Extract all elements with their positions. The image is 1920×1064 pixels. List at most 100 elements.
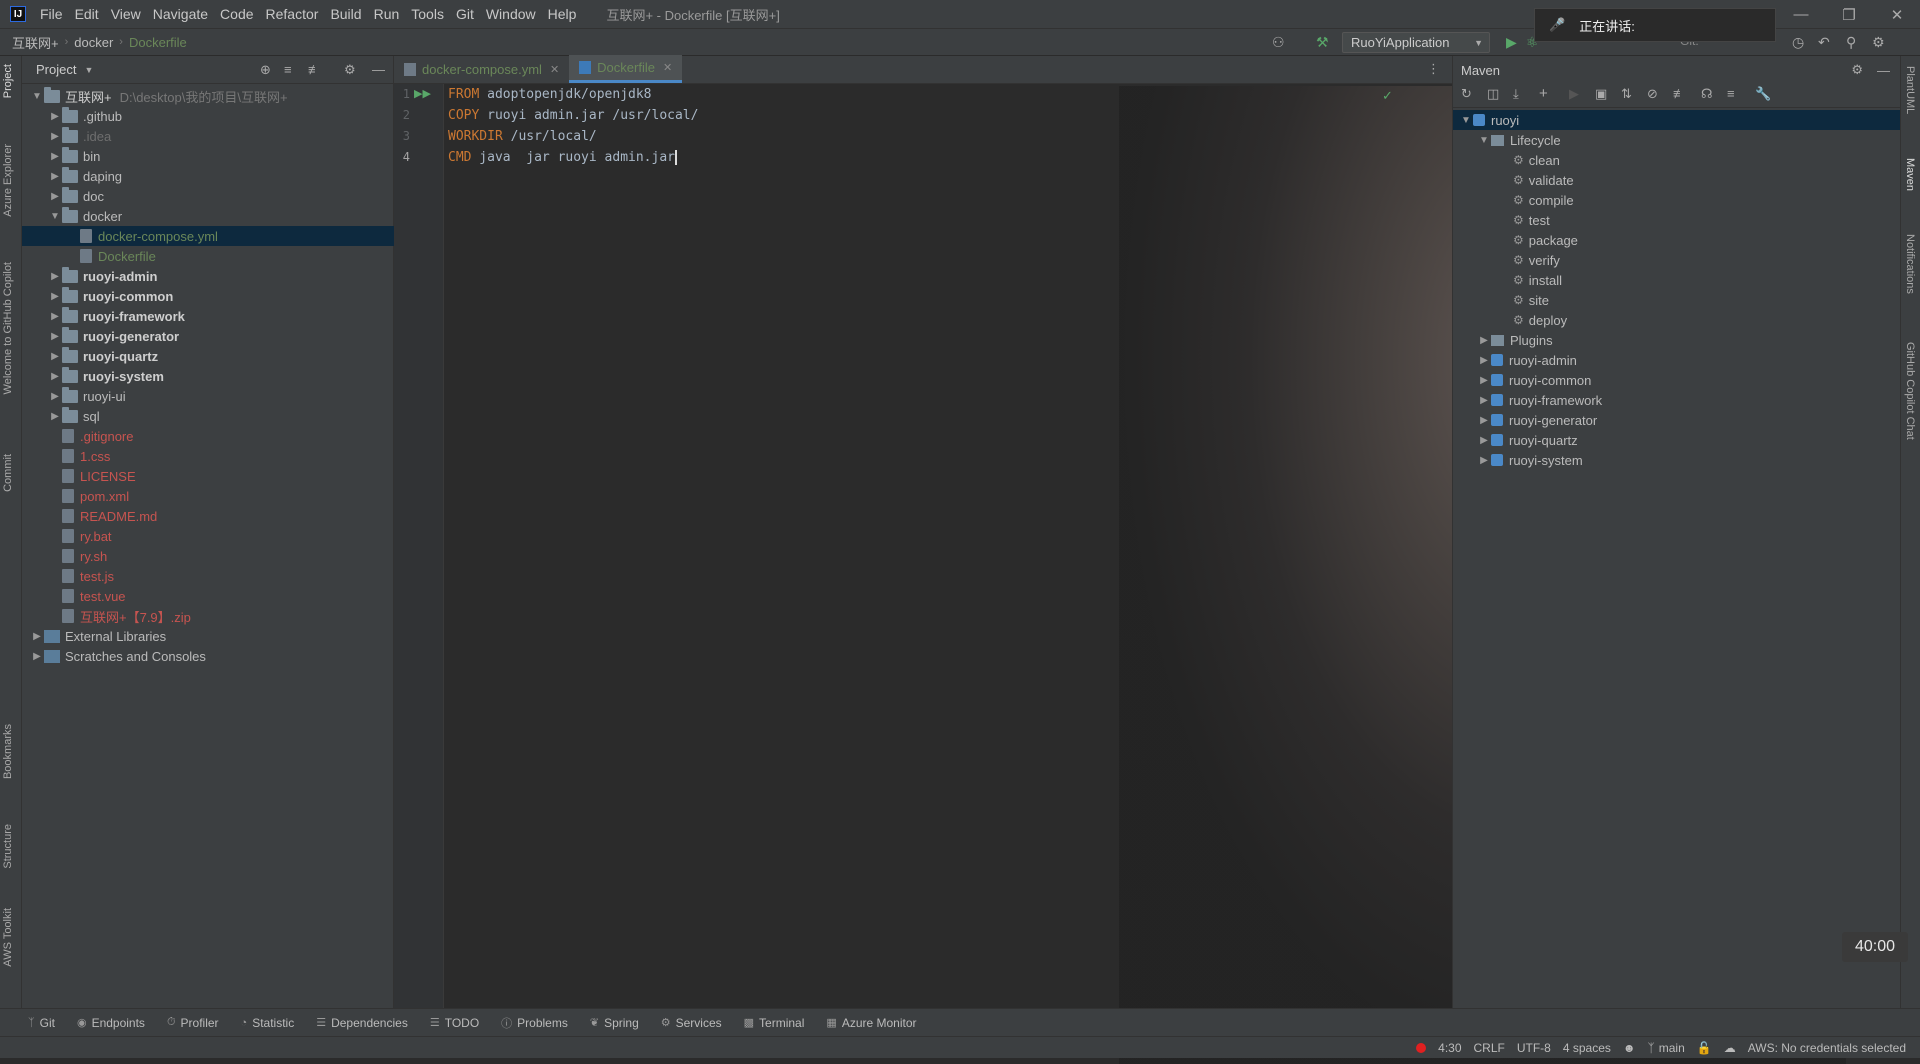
- hide-panel-icon[interactable]: —: [1877, 63, 1890, 78]
- tool-azure-monitor[interactable]: ▦ Azure Monitor: [826, 1016, 916, 1030]
- tab-dockerfile[interactable]: Dockerfile ✕: [569, 55, 683, 83]
- menu-git[interactable]: Git: [450, 0, 480, 29]
- tool-endpoints[interactable]: ◉ Endpoints: [77, 1016, 145, 1030]
- undo-icon[interactable]: ↶: [1818, 34, 1830, 51]
- history-icon[interactable]: ◷: [1792, 34, 1804, 51]
- code-line[interactable]: CMD java jar ruoyi admin.jar​: [448, 150, 677, 165]
- user-icon[interactable]: ⚇: [1272, 34, 1285, 51]
- expand-arrow-icon[interactable]: ▶: [48, 171, 62, 182]
- menu-build[interactable]: Build: [324, 0, 367, 29]
- maven-module-ruoyi-framework[interactable]: ▶ ruoyi-framework: [1453, 390, 1901, 410]
- file-tree-item[interactable]: pom.xml: [22, 486, 394, 506]
- code-line[interactable]: WORKDIR /usr/local/: [448, 129, 597, 144]
- folder-tree-item[interactable]: ▶ ruoyi-common: [22, 286, 394, 306]
- tool-tab-bookmarks[interactable]: Bookmarks: [2, 724, 14, 779]
- maven-plugins-node[interactable]: ▶ Plugins: [1453, 330, 1901, 350]
- maven-goal-install[interactable]: ⚙ install: [1453, 270, 1901, 290]
- maven-module-ruoyi-system[interactable]: ▶ ruoyi-system: [1453, 450, 1901, 470]
- tool-tab-commit[interactable]: Commit: [2, 454, 14, 492]
- expand-all-icon[interactable]: ≡: [284, 62, 292, 77]
- caret-position[interactable]: 4:30: [1438, 1041, 1461, 1055]
- wrench-icon[interactable]: 🔧: [1755, 86, 1771, 102]
- maven-goal-site[interactable]: ⚙ site: [1453, 290, 1901, 310]
- folder-tree-item[interactable]: ▶ ruoyi-framework: [22, 306, 394, 326]
- folder-tree-item[interactable]: ▶ External Libraries: [22, 626, 394, 646]
- run-gutter-icon[interactable]: ▶▶: [414, 87, 431, 100]
- aws-credentials-status[interactable]: AWS: No credentials selected: [1748, 1041, 1906, 1055]
- menu-tools[interactable]: Tools: [405, 0, 450, 29]
- breadcrumb-file[interactable]: Dockerfile: [125, 35, 191, 50]
- build-hammer-icon[interactable]: ⚒: [1316, 34, 1329, 51]
- menu-window[interactable]: Window: [480, 0, 542, 29]
- file-encoding[interactable]: UTF-8: [1517, 1041, 1551, 1055]
- close-tab-icon[interactable]: ✕: [550, 63, 559, 76]
- tool-spring[interactable]: ❦ Spring: [590, 1016, 639, 1030]
- menu-view[interactable]: View: [105, 0, 147, 29]
- toggle-offline-icon[interactable]: ⇅: [1621, 86, 1632, 102]
- folder-tree-item[interactable]: ▼ docker: [22, 206, 394, 226]
- project-view-select[interactable]: Project: [36, 62, 76, 77]
- tool-tab-github-copilot[interactable]: Welcome to GitHub Copilot: [2, 262, 14, 394]
- tool-tab-maven[interactable]: Maven: [1904, 158, 1916, 191]
- expand-arrow-icon[interactable]: ▶: [1477, 375, 1491, 386]
- search-icon[interactable]: ⚲: [1846, 34, 1856, 51]
- tool-tab-plantuml[interactable]: PlantUML: [1904, 66, 1916, 114]
- tool-services[interactable]: ⚙ Services: [661, 1016, 722, 1030]
- code-line[interactable]: FROM adoptopenjdk/openjdk8: [448, 87, 652, 102]
- tool-profiler[interactable]: ⏱ Profiler: [167, 1016, 219, 1030]
- tool-todo[interactable]: ☰ TODO: [430, 1016, 479, 1030]
- tool-tab-azure-explorer[interactable]: Azure Explorer: [2, 144, 14, 217]
- chevron-down-icon[interactable]: ▼: [84, 65, 93, 75]
- tool-git[interactable]: ᛉ Git: [28, 1016, 55, 1030]
- settings-gear-icon[interactable]: ⚙: [1872, 34, 1885, 51]
- execute-goal-icon[interactable]: ▣: [1595, 86, 1607, 102]
- folder-tree-item[interactable]: ▶ ruoyi-system: [22, 366, 394, 386]
- close-tab-icon[interactable]: ✕: [663, 61, 672, 74]
- folder-tree-item[interactable]: ▶ ruoyi-quartz: [22, 346, 394, 366]
- menu-refactor[interactable]: Refactor: [260, 0, 325, 29]
- folder-tree-item[interactable]: ▶ .idea: [22, 126, 394, 146]
- git-branch[interactable]: main: [1659, 1041, 1685, 1055]
- menu-file[interactable]: File: [34, 0, 69, 29]
- collapse-arrow-icon[interactable]: ▼: [48, 211, 62, 222]
- no-problems-check-icon[interactable]: ✓: [1382, 88, 1393, 104]
- maven-module-ruoyi-generator[interactable]: ▶ ruoyi-generator: [1453, 410, 1901, 430]
- expand-arrow-icon[interactable]: ▶: [1477, 355, 1491, 366]
- file-tree-item[interactable]: .gitignore: [22, 426, 394, 446]
- maven-goal-compile[interactable]: ⚙ compile: [1453, 190, 1901, 210]
- maven-root[interactable]: ▼ ruoyi: [1453, 110, 1901, 130]
- menu-help[interactable]: Help: [542, 0, 583, 29]
- expand-arrow-icon[interactable]: ▶: [1477, 415, 1491, 426]
- expand-arrow-icon[interactable]: ▶: [1477, 395, 1491, 406]
- expand-arrow-icon[interactable]: ▶: [30, 631, 44, 642]
- maven-goal-package[interactable]: ⚙ package: [1453, 230, 1901, 250]
- folder-tree-item[interactable]: ▶ ruoyi-generator: [22, 326, 394, 346]
- expand-all-icon[interactable]: ≡: [1727, 86, 1735, 101]
- maven-lifecycle-node[interactable]: ▼ Lifecycle: [1453, 130, 1901, 150]
- tool-terminal[interactable]: ▩ Terminal: [744, 1016, 805, 1030]
- maven-goal-deploy[interactable]: ⚙ deploy: [1453, 310, 1901, 330]
- options-gear-icon[interactable]: ⚙: [344, 62, 356, 78]
- file-tree-item[interactable]: ry.bat: [22, 526, 394, 546]
- run-icon[interactable]: ▶: [1569, 86, 1579, 102]
- maven-module-ruoyi-quartz[interactable]: ▶ ruoyi-quartz: [1453, 430, 1901, 450]
- tool-problems[interactable]: ⓘ Problems: [501, 1015, 568, 1031]
- locate-icon[interactable]: ⊕: [260, 62, 271, 78]
- expand-arrow-icon[interactable]: ▶: [48, 371, 62, 382]
- expand-arrow-icon[interactable]: ▼: [1477, 135, 1491, 146]
- file-tree-item[interactable]: Dockerfile: [22, 246, 394, 266]
- maven-goal-clean[interactable]: ⚙ clean: [1453, 150, 1901, 170]
- hide-panel-icon[interactable]: —: [372, 62, 385, 77]
- tool-statistic[interactable]: ◔ Statistic: [241, 1016, 295, 1030]
- maven-goal-validate[interactable]: ⚙ validate: [1453, 170, 1901, 190]
- tab-docker-compose[interactable]: docker-compose.yml ✕: [394, 55, 569, 83]
- reload-icon[interactable]: ↻: [1461, 86, 1472, 102]
- folder-tree-item[interactable]: ▶ bin: [22, 146, 394, 166]
- expand-arrow-icon[interactable]: ▼: [30, 91, 44, 102]
- collapse-all-icon[interactable]: ≢: [1673, 86, 1686, 101]
- more-tabs-icon[interactable]: ⋮: [1427, 61, 1440, 77]
- file-tree-item[interactable]: README.md: [22, 506, 394, 526]
- show-dependencies-icon[interactable]: ☊: [1701, 86, 1713, 102]
- folder-tree-item[interactable]: ▶ Scratches and Consoles: [22, 646, 394, 666]
- maven-module-ruoyi-admin[interactable]: ▶ ruoyi-admin: [1453, 350, 1901, 370]
